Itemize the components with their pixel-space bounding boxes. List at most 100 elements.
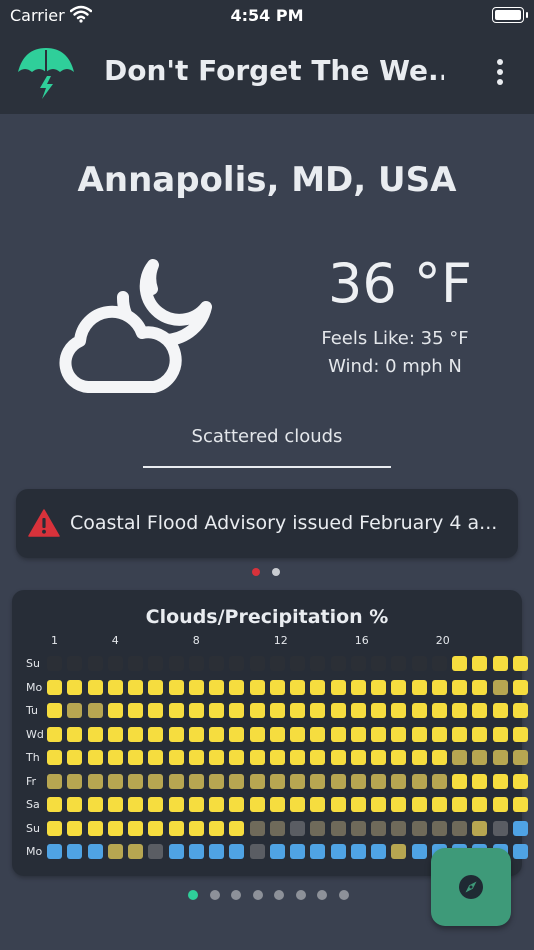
grid-cell[interactable] <box>391 750 407 765</box>
grid-cell[interactable] <box>209 656 224 671</box>
grid-cell[interactable] <box>209 844 224 859</box>
grid-cell[interactable] <box>209 750 224 765</box>
grid-cell[interactable] <box>492 773 508 789</box>
grid-cell[interactable] <box>452 703 467 718</box>
grid-cell[interactable] <box>431 656 447 671</box>
grid-cell[interactable] <box>47 750 62 765</box>
grid-cell[interactable] <box>371 703 386 718</box>
grid-cell[interactable] <box>290 750 305 765</box>
grid-cell[interactable] <box>107 844 123 859</box>
grid-cell[interactable] <box>472 820 488 836</box>
grid-cell[interactable] <box>431 797 447 812</box>
more-menu-button[interactable] <box>488 56 512 88</box>
grid-cell[interactable] <box>249 773 265 789</box>
grid-cell[interactable] <box>249 726 265 742</box>
grid-cell[interactable] <box>290 797 305 812</box>
grid-cell[interactable] <box>107 750 123 765</box>
grid-cell[interactable] <box>148 797 164 812</box>
grid-cell[interactable] <box>148 750 164 765</box>
grid-cell[interactable] <box>249 820 265 836</box>
grid-cell[interactable] <box>249 797 265 812</box>
grid-cell[interactable] <box>391 679 407 695</box>
grid-cell[interactable] <box>269 844 285 859</box>
grid-cell[interactable] <box>269 656 285 671</box>
grid-cell[interactable] <box>492 820 508 836</box>
grid-cell[interactable] <box>47 844 62 859</box>
grid-cell[interactable] <box>350 750 366 765</box>
grid-cell[interactable] <box>452 820 467 836</box>
grid-cell[interactable] <box>107 679 123 695</box>
grid-cell[interactable] <box>512 679 528 695</box>
grid-cell[interactable] <box>330 656 346 671</box>
grid-cell[interactable] <box>411 820 427 836</box>
grid-cell[interactable] <box>330 750 346 765</box>
page-dot[interactable] <box>338 890 349 900</box>
grid-cell[interactable] <box>249 844 265 859</box>
grid-cell[interactable] <box>128 750 143 765</box>
grid-cell[interactable] <box>148 703 164 718</box>
grid-cell[interactable] <box>452 726 467 742</box>
grid-cell[interactable] <box>47 656 62 671</box>
grid-cell[interactable] <box>67 726 83 742</box>
grid-cell[interactable] <box>107 656 123 671</box>
grid-cell[interactable] <box>512 656 528 671</box>
grid-cell[interactable] <box>47 773 62 789</box>
grid-cell[interactable] <box>209 679 224 695</box>
grid-cell[interactable] <box>411 656 427 671</box>
grid-cell[interactable] <box>492 797 508 812</box>
grid-cell[interactable] <box>128 844 143 859</box>
page-dot[interactable] <box>295 890 306 900</box>
grid-cell[interactable] <box>188 726 204 742</box>
page-dot[interactable] <box>188 890 198 900</box>
grid-cell[interactable] <box>87 703 103 718</box>
grid-cell[interactable] <box>371 773 386 789</box>
grid-cell[interactable] <box>391 703 407 718</box>
grid-cell[interactable] <box>512 726 528 742</box>
grid-cell[interactable] <box>310 773 326 789</box>
grid-cell[interactable] <box>269 726 285 742</box>
grid-cell[interactable] <box>168 750 184 765</box>
grid-cell[interactable] <box>391 726 407 742</box>
grid-cell[interactable] <box>391 773 407 789</box>
grid-cell[interactable] <box>148 820 164 836</box>
grid-cell[interactable] <box>87 844 103 859</box>
grid-cell[interactable] <box>452 679 467 695</box>
grid-cell[interactable] <box>67 820 83 836</box>
grid-cell[interactable] <box>67 773 83 789</box>
grid-cell[interactable] <box>472 726 488 742</box>
grid-cell[interactable] <box>492 679 508 695</box>
page-dot[interactable] <box>274 890 284 900</box>
grid-cell[interactable] <box>492 703 508 718</box>
grid-cell[interactable] <box>67 679 83 695</box>
grid-cell[interactable] <box>371 656 386 671</box>
grid-cell[interactable] <box>472 656 488 671</box>
grid-cell[interactable] <box>290 656 305 671</box>
grid-cell[interactable] <box>128 679 143 695</box>
grid-cell[interactable] <box>107 703 123 718</box>
grid-cell[interactable] <box>188 773 204 789</box>
grid-cell[interactable] <box>249 656 265 671</box>
grid-cell[interactable] <box>391 820 407 836</box>
grid-cell[interactable] <box>249 750 265 765</box>
grid-cell[interactable] <box>330 703 346 718</box>
grid-cell[interactable] <box>229 820 245 836</box>
grid-cell[interactable] <box>168 726 184 742</box>
grid-cell[interactable] <box>148 844 164 859</box>
page-dot[interactable] <box>317 890 327 900</box>
grid-cell[interactable] <box>492 656 508 671</box>
page-dot[interactable] <box>209 890 220 900</box>
grid-cell[interactable] <box>350 773 366 789</box>
grid-cell[interactable] <box>310 820 326 836</box>
grid-cell[interactable] <box>269 820 285 836</box>
grid-cell[interactable] <box>492 750 508 765</box>
grid-cell[interactable] <box>229 679 245 695</box>
grid-cell[interactable] <box>290 820 305 836</box>
grid-cell[interactable] <box>512 844 528 859</box>
grid-cell[interactable] <box>330 820 346 836</box>
grid-cell[interactable] <box>209 726 224 742</box>
grid-cell[interactable] <box>188 797 204 812</box>
grid-cell[interactable] <box>168 820 184 836</box>
grid-cell[interactable] <box>148 656 164 671</box>
grid-cell[interactable] <box>188 703 204 718</box>
grid-cell[interactable] <box>87 797 103 812</box>
